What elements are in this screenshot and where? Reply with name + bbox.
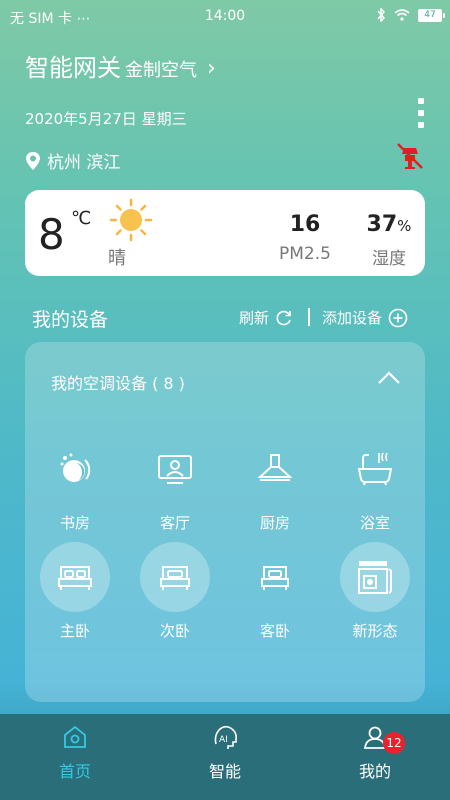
room-new-form[interactable]: 新形态 xyxy=(335,542,415,641)
room-kitchen[interactable]: 厨房 xyxy=(235,434,315,533)
refresh-label: 刷新 xyxy=(239,309,270,327)
tab-ai[interactable]: AI 智能 xyxy=(165,724,285,782)
add-device-label: 添加设备 xyxy=(322,309,383,327)
notification-badge: 12 xyxy=(383,732,405,754)
room-bathroom[interactable]: 浴室 xyxy=(335,434,415,533)
sunny-icon xyxy=(109,198,153,242)
bathtub-icon xyxy=(357,452,393,486)
tab-mine[interactable]: 我的 12 xyxy=(315,724,435,782)
room-label: 新形态 xyxy=(352,622,398,640)
panel-title: 我的空调设备 ( 8 ) xyxy=(51,374,185,393)
section-title: 我的设备 xyxy=(32,309,109,331)
room-label: 厨房 xyxy=(259,514,290,532)
chevron-right-icon: › xyxy=(207,56,216,81)
location-text: 杭州 滨江 xyxy=(47,153,121,173)
tv-icon xyxy=(158,455,192,484)
status-icons: 47 xyxy=(376,8,445,22)
room-label: 浴室 xyxy=(359,514,390,532)
room-study[interactable]: 书房 xyxy=(35,434,115,533)
ai-icon: AI xyxy=(214,725,237,749)
humidity-unit: % xyxy=(397,217,412,235)
bed-small-icon xyxy=(261,566,289,590)
add-circle-icon xyxy=(388,308,408,327)
status-bar: 无 SIM 卡 ⋯ 14:00 47 xyxy=(0,0,450,32)
humidity-label: 湿度 xyxy=(372,249,406,269)
refresh-icon xyxy=(276,310,291,325)
room-master-bedroom[interactable]: 主卧 xyxy=(35,542,115,641)
room-label: 书房 xyxy=(59,514,90,532)
more-menu-icon[interactable] xyxy=(418,98,426,128)
tab-label: 我的 xyxy=(358,762,391,781)
location-pin-icon xyxy=(26,151,40,170)
ac-devices-panel: 我的空调设备 ( 8 ) 书房 客厅 厨房 浴室 主卧 次卧 客卧 新形态 xyxy=(25,342,425,702)
date-text: 2020年5月27日 星期三 xyxy=(25,110,187,128)
room-label: 次卧 xyxy=(159,622,190,640)
pm25-label: PM2.5 xyxy=(279,244,331,264)
pm25-value: 16 xyxy=(289,212,321,237)
bluetooth-icon xyxy=(377,8,386,22)
divider xyxy=(308,308,310,326)
room-label: 客厅 xyxy=(159,514,190,532)
location[interactable]: 杭州 滨江 xyxy=(25,148,120,173)
add-device-button[interactable]: 添加设备 xyxy=(322,307,408,328)
weather-condition: 晴 xyxy=(108,248,126,269)
temperature-unit: ℃ xyxy=(71,208,92,229)
chevron-up-icon[interactable] xyxy=(377,370,401,386)
refresh-button[interactable]: 刷新 xyxy=(239,307,293,328)
room-guest-bedroom[interactable]: 客卧 xyxy=(235,542,315,641)
tab-label: 智能 xyxy=(208,762,241,781)
weather-card[interactable]: 8 ℃ 晴 16 PM2.5 37% 湿度 xyxy=(25,190,425,276)
tab-home[interactable]: 首页 xyxy=(15,724,135,782)
temperature-value: 8 xyxy=(38,210,65,259)
home-icon xyxy=(64,725,86,748)
room-living[interactable]: 客厅 xyxy=(135,434,215,533)
bed-icon xyxy=(160,566,190,590)
range-hood-icon xyxy=(257,454,293,481)
humidity-number: 37 xyxy=(366,212,398,237)
tab-label: 首页 xyxy=(58,762,91,781)
gateway-title-link[interactable]: 智能网关 金制空气 › xyxy=(25,48,216,83)
scene-icon xyxy=(60,453,91,482)
room-label: 主卧 xyxy=(59,622,90,640)
page-subtitle: 金制空气 xyxy=(125,60,197,81)
device-icon xyxy=(358,561,392,594)
bed-icon xyxy=(58,566,92,590)
bottom-tab-bar: 首页 AI 智能 我的 12 xyxy=(0,714,450,800)
battery-icon: 47 xyxy=(418,8,445,22)
room-label: 客卧 xyxy=(259,622,290,640)
room-second-bedroom[interactable]: 次卧 xyxy=(135,542,215,641)
page-title: 智能网关 xyxy=(25,54,121,82)
humidity-value: 37% xyxy=(361,212,417,237)
svg-text:AI: AI xyxy=(219,735,228,745)
device-offline-icon[interactable] xyxy=(394,140,426,172)
wifi-icon xyxy=(394,9,410,21)
